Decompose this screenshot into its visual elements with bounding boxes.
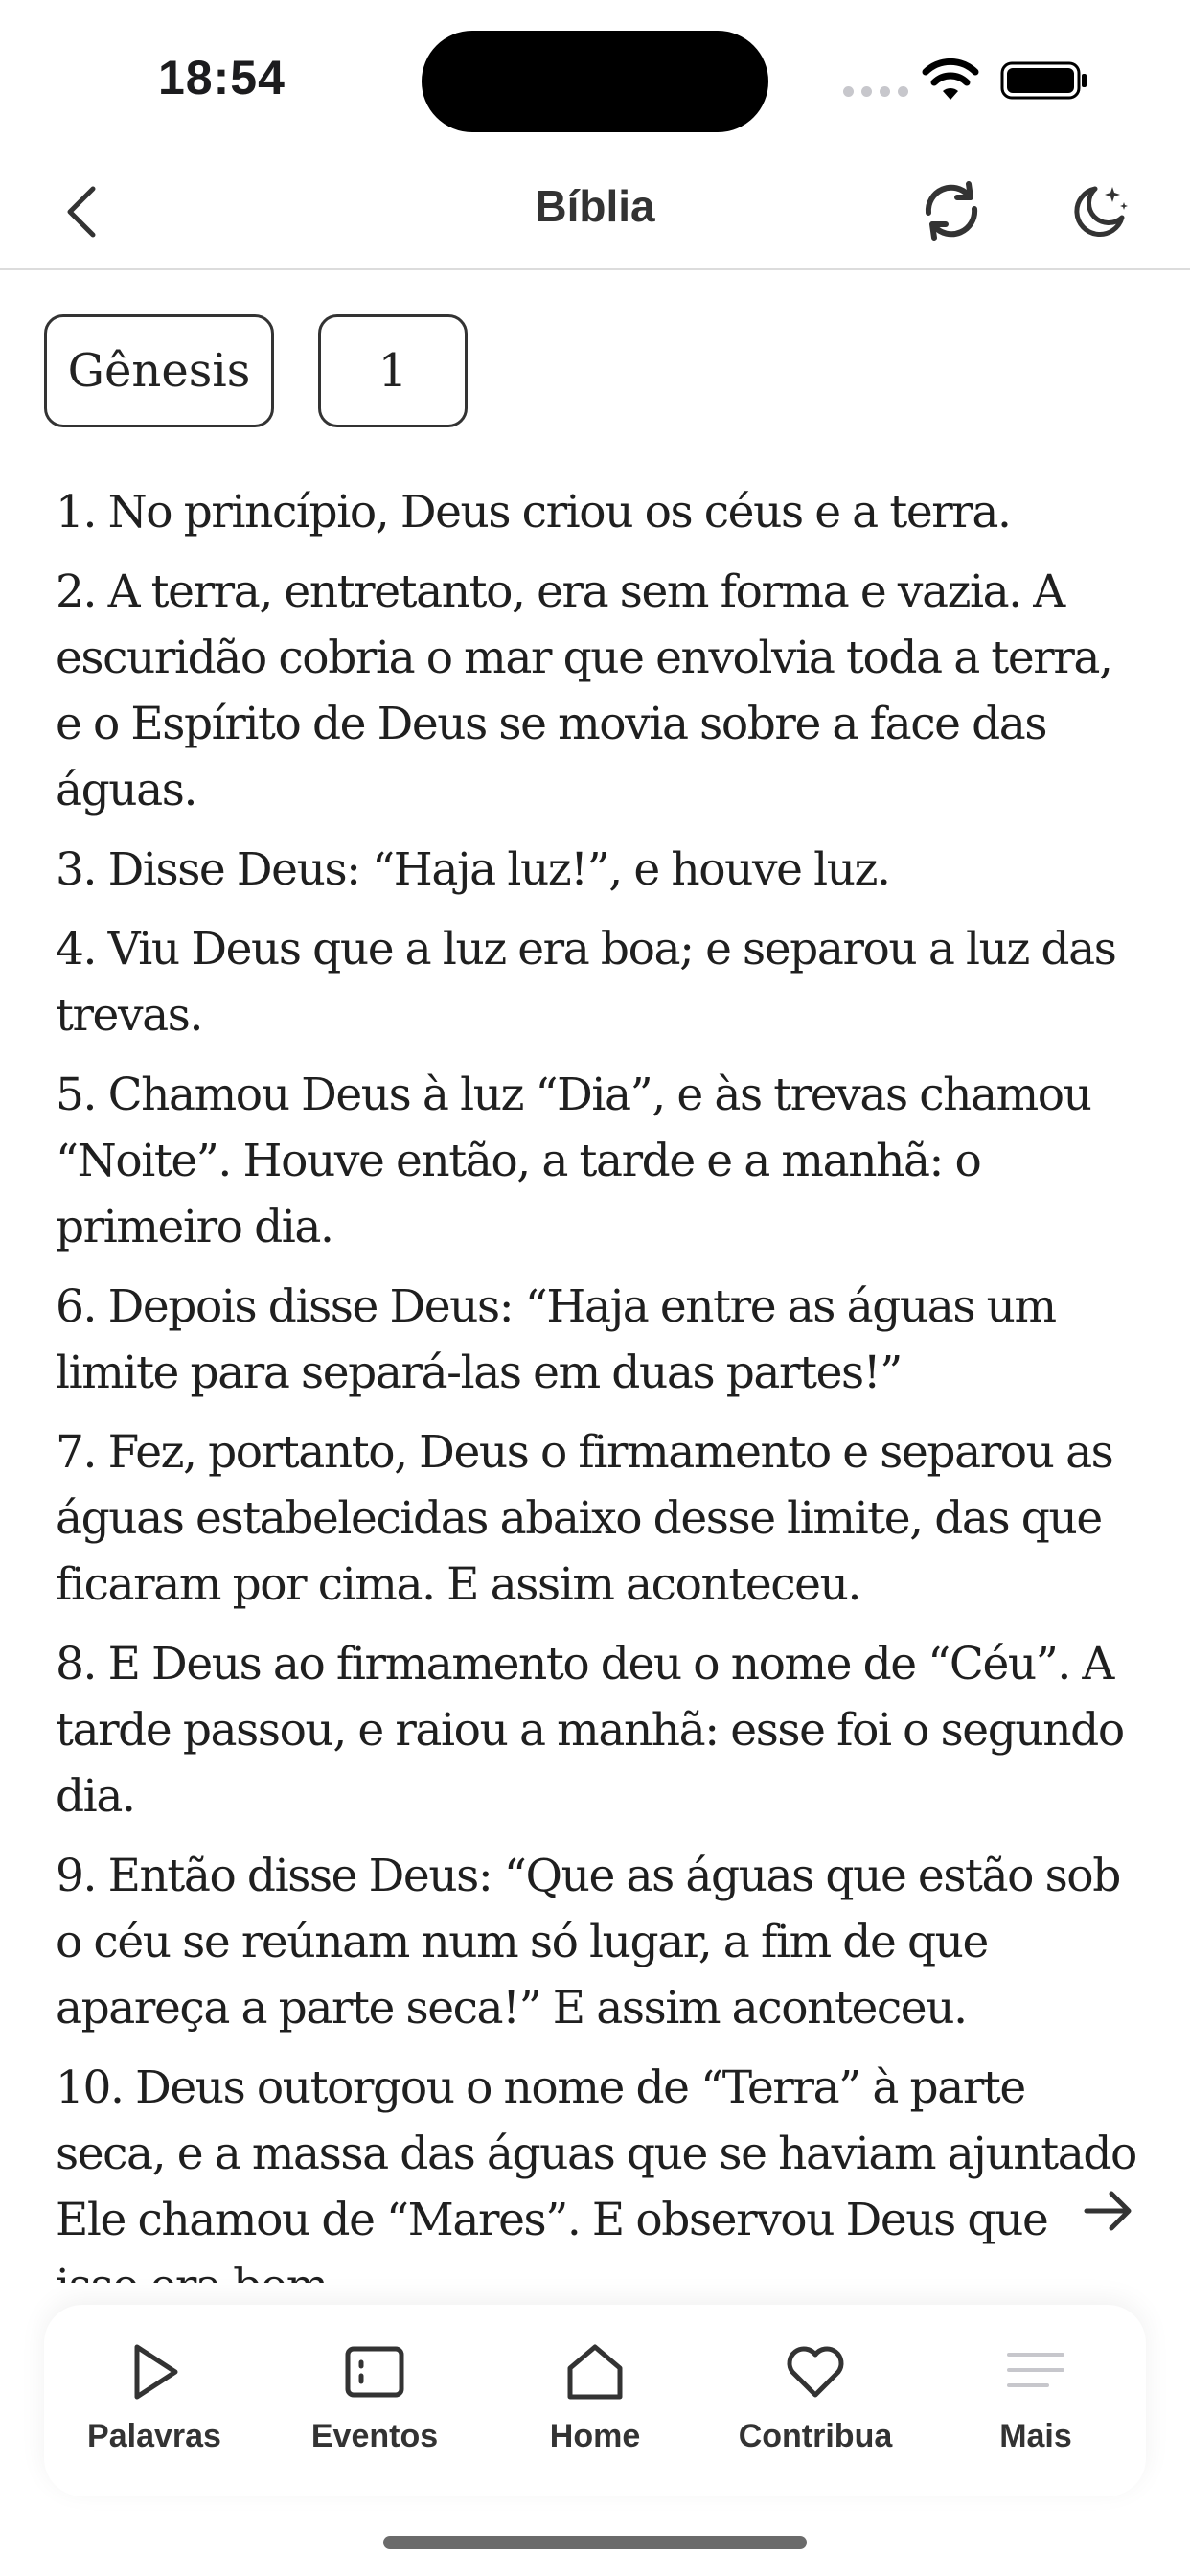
- menu-icon: [1007, 2353, 1064, 2387]
- verse-7: 7. Fez, portanto, Deus o firmamento e se…: [56, 1426, 1114, 1611]
- tab-palavras[interactable]: Palavras: [44, 2305, 264, 2496]
- home-indicator: [383, 2536, 807, 2549]
- cellular-signal-icon: [843, 86, 908, 97]
- tab-home[interactable]: Home: [485, 2305, 705, 2496]
- sync-icon: [925, 181, 978, 241]
- tab-eventos[interactable]: Eventos: [264, 2305, 485, 2496]
- status-bar: 18:54: [0, 0, 1190, 153]
- chapter-selector[interactable]: 1: [318, 314, 468, 427]
- verse-8: 8. E Deus ao firmamento deu o nome de “C…: [56, 1638, 1125, 1823]
- page-title: Bíblia: [535, 181, 655, 231]
- verse-2: 2. A terra, entretanto, era sem forma e …: [56, 565, 1113, 816]
- sync-button[interactable]: [915, 174, 988, 247]
- dark-mode-button[interactable]: [1064, 174, 1136, 247]
- dynamic-island: [422, 31, 768, 132]
- next-chapter-button[interactable]: [1075, 2177, 1142, 2244]
- home-icon: [567, 2344, 623, 2400]
- tab-mais[interactable]: Mais: [926, 2305, 1146, 2496]
- verse-1: 1. No princípio, Deus criou os céus e a …: [56, 486, 1012, 539]
- verse-list: 1. No princípio, Deus criou os céus e a …: [56, 479, 1138, 2283]
- moon-stars-icon: [1074, 186, 1128, 237]
- verse-9: 9. Então disse Deus: “Que as águas que e…: [56, 1850, 1121, 2035]
- tab-label: Mais: [999, 2418, 1072, 2454]
- verse-3: 3. Disse Deus: “Haja luz!”, e houve luz.: [56, 843, 891, 896]
- tab-label: Palavras: [87, 2418, 221, 2454]
- heart-icon: [787, 2346, 844, 2398]
- verse-4: 4. Viu Deus que a luz era boa; e separou…: [56, 923, 1117, 1042]
- play-icon: [134, 2344, 178, 2400]
- tab-contribua[interactable]: Contribua: [705, 2305, 926, 2496]
- tab-label: Eventos: [310, 2418, 439, 2454]
- tab-bar: Palavras Eventos Home Contribua Mais: [44, 2305, 1146, 2496]
- verse-6: 6. Depois disse Deus: “Haja entre as águ…: [56, 1280, 1057, 1399]
- tab-label: Contribua: [738, 2418, 893, 2454]
- book-selector[interactable]: Gênesis: [44, 314, 274, 427]
- wifi-icon: [922, 58, 979, 100]
- verse-10: 10. Deus outorgou o nome de “Terra” à pa…: [56, 2061, 1137, 2283]
- verse-5: 5. Chamou Deus à luz “Dia”, e às trevas …: [56, 1069, 1092, 1254]
- arrow-right-icon: [1084, 2191, 1132, 2231]
- status-time: 18:54: [158, 51, 286, 104]
- tab-label: Home: [549, 2418, 641, 2454]
- nav-bar: Bíblia: [0, 153, 1190, 270]
- battery-icon: [1000, 61, 1087, 100]
- events-icon: [345, 2346, 404, 2398]
